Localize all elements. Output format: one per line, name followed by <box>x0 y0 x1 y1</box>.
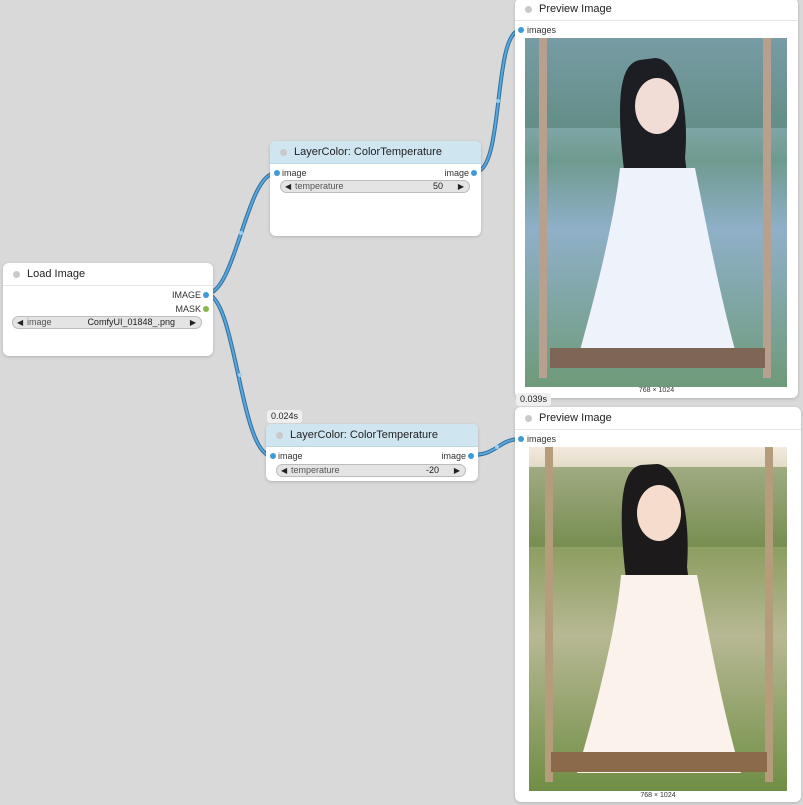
widget-value: 50 <box>432 181 443 191</box>
node-title: LayerColor: ColorTemperature <box>294 146 442 158</box>
node-title: Preview Image <box>539 3 612 15</box>
collapse-dot-icon[interactable] <box>13 270 20 278</box>
output-port-image[interactable] <box>203 292 209 298</box>
execution-time-badge: 0.024s <box>267 410 303 423</box>
input-row: images <box>515 23 798 37</box>
output-row-image: IMAGE <box>3 288 213 302</box>
wire-load-to-colortemp-2 <box>204 292 274 458</box>
widget-value: -20 <box>425 465 439 475</box>
increment-arrow-icon[interactable]: ▶ <box>458 181 464 192</box>
collapse-dot-icon[interactable] <box>280 148 287 156</box>
io-row: image image <box>270 166 481 180</box>
collapse-dot-icon[interactable] <box>276 431 283 439</box>
input-row: images <box>515 432 801 446</box>
widget-label: image <box>27 317 52 327</box>
widget-label: temperature <box>295 181 344 191</box>
input-label-image: image <box>278 451 303 461</box>
load-image-header[interactable]: Load Image <box>3 263 213 286</box>
image-dimensions: 768 × 1024 <box>640 792 676 799</box>
input-port-images[interactable] <box>518 436 524 442</box>
preview-image[interactable] <box>525 38 787 387</box>
preview-image-node-2[interactable]: Preview Image images 768 × 1024 <box>515 407 801 802</box>
output-label-mask: MASK <box>175 304 201 314</box>
decrement-arrow-icon[interactable]: ◀ <box>17 317 23 328</box>
decrement-arrow-icon[interactable]: ◀ <box>285 181 291 192</box>
input-label-images: images <box>527 434 557 444</box>
input-port-images[interactable] <box>518 27 524 33</box>
photo-placeholder-warm <box>529 447 787 791</box>
widget-value: ComfyUI_01848_.png <box>87 317 175 327</box>
image-dimensions: 768 × 1024 <box>638 387 675 394</box>
input-port-image[interactable] <box>270 453 276 459</box>
output-port-image[interactable] <box>471 170 477 176</box>
collapse-dot-icon[interactable] <box>525 5 532 13</box>
node-title: Preview Image <box>539 412 612 424</box>
color-temperature-header[interactable]: LayerColor: ColorTemperature <box>270 141 481 164</box>
preview-image[interactable] <box>529 447 787 791</box>
photo-placeholder-cool <box>525 38 787 387</box>
color-temperature-header[interactable]: LayerColor: ColorTemperature <box>266 424 478 447</box>
input-label-images: images <box>527 25 557 35</box>
output-label-image: image <box>441 451 466 461</box>
wire-load-to-colortemp-1 <box>204 171 278 296</box>
preview-image-node-1[interactable]: Preview Image images 768 × 1024 <box>515 0 798 398</box>
increment-arrow-icon[interactable]: ▶ <box>454 465 460 476</box>
color-temperature-node-1[interactable]: LayerColor: ColorTemperature image image… <box>270 141 481 236</box>
preview-image-header[interactable]: Preview Image <box>515 0 798 21</box>
widget-label: temperature <box>291 465 340 475</box>
execution-time-badge: 0.039s <box>516 393 552 406</box>
color-temperature-node-2[interactable]: LayerColor: ColorTemperature image image… <box>266 424 478 481</box>
node-title: Load Image <box>27 268 86 280</box>
wire-colortemp-2-to-preview-2 <box>470 437 523 457</box>
increment-arrow-icon[interactable]: ▶ <box>190 317 196 328</box>
output-port-mask[interactable] <box>203 306 209 312</box>
preview-image-header[interactable]: Preview Image <box>515 407 801 430</box>
image-combo-widget[interactable]: ◀ image ComfyUI_01848_.png ▶ <box>12 316 202 329</box>
input-label-image: image <box>282 168 307 178</box>
input-port-image[interactable] <box>274 170 280 176</box>
output-port-image[interactable] <box>468 453 474 459</box>
load-image-node[interactable]: Load Image IMAGE MASK ◀ image ComfyUI_01… <box>3 263 213 356</box>
decrement-arrow-icon[interactable]: ◀ <box>281 465 287 476</box>
temperature-number-widget[interactable]: ◀ temperature 50 ▶ <box>280 180 470 193</box>
output-label-image: IMAGE <box>171 290 201 300</box>
collapse-dot-icon[interactable] <box>525 414 532 422</box>
io-row: image image <box>266 449 478 463</box>
output-row-mask: MASK <box>3 302 213 316</box>
node-title: LayerColor: ColorTemperature <box>290 429 438 441</box>
output-label-image: image <box>444 168 469 178</box>
temperature-number-widget[interactable]: ◀ temperature -20 ▶ <box>276 464 466 477</box>
